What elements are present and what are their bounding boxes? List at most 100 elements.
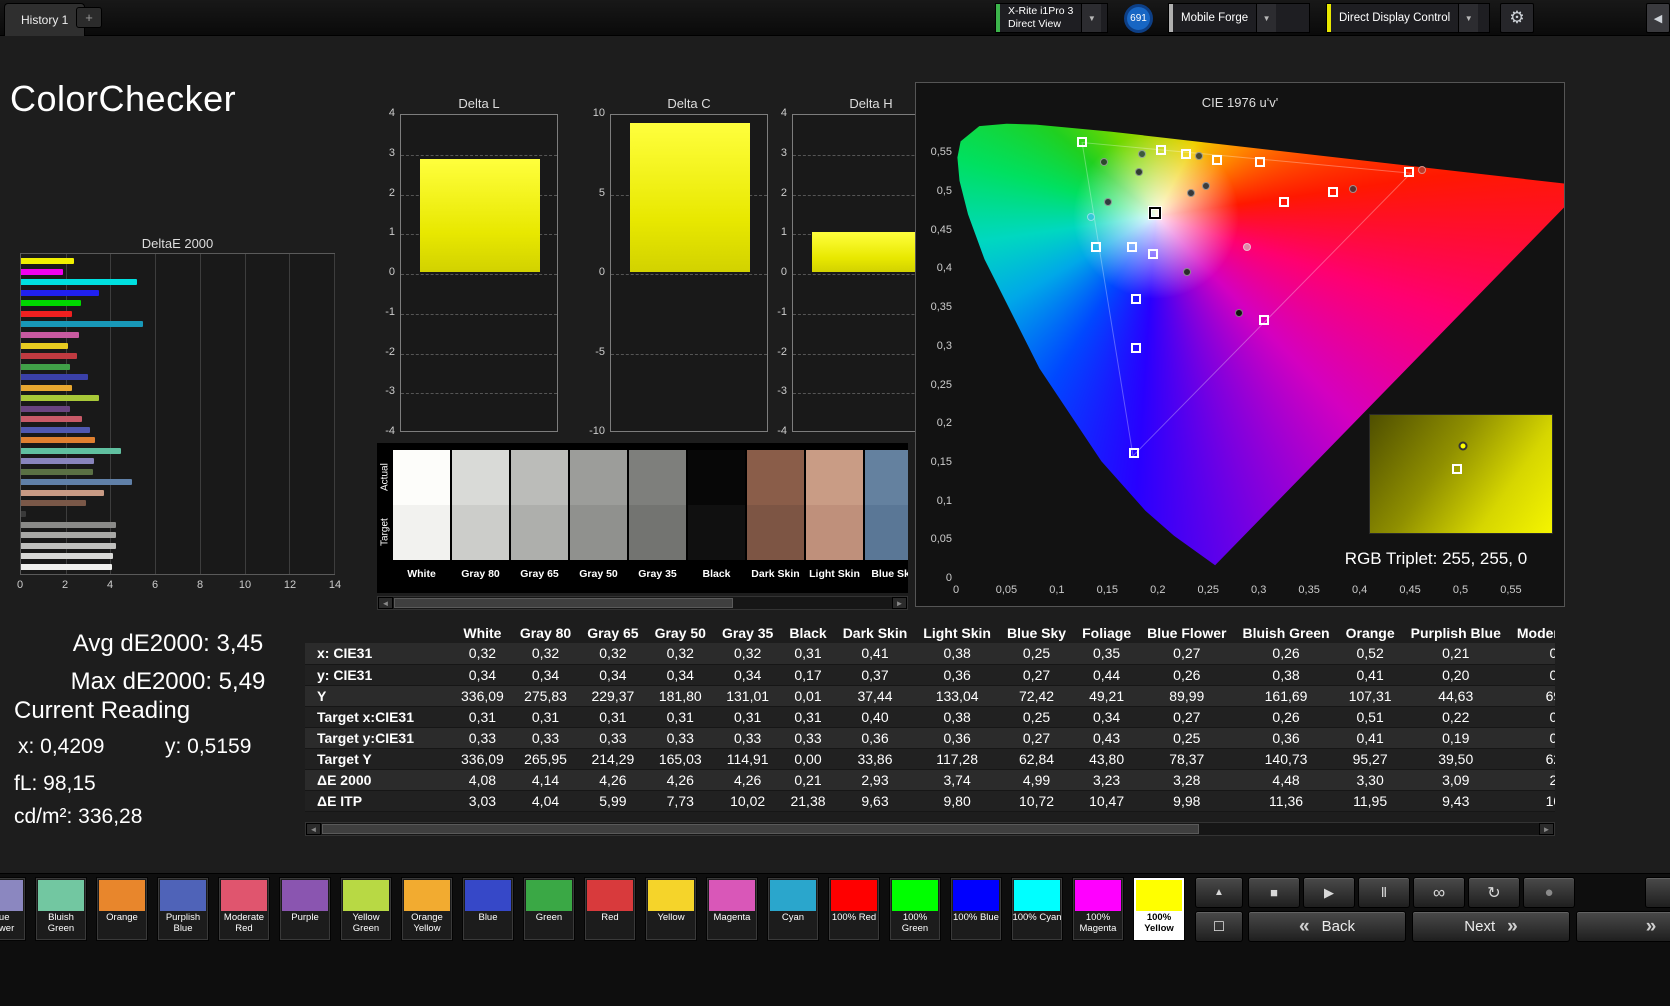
swatch-dark-skin: Dark Skin — [747, 450, 804, 580]
chevron-down-icon[interactable]: ▼ — [1256, 4, 1276, 32]
record-button[interactable]: ● — [1523, 877, 1575, 908]
chart-plot-delta-l — [400, 114, 558, 432]
ytick-label: -1 — [762, 306, 787, 318]
ytick-label: 0 — [580, 266, 605, 278]
delta-bar — [630, 123, 750, 272]
table-scrollbar-track[interactable] — [321, 823, 1539, 835]
meter-line2: Direct View — [1008, 18, 1073, 31]
scroll-right-icon[interactable]: ► — [892, 597, 907, 609]
swatch-label: Gray 65 — [511, 560, 568, 580]
cie-marker-square — [1181, 149, 1191, 159]
cie-ytick: 0,55 — [918, 146, 952, 158]
patch-magenta[interactable]: Magenta — [706, 877, 758, 941]
add-tab-button[interactable]: + — [76, 7, 102, 28]
pause-button[interactable]: Ⅱ — [1358, 877, 1410, 908]
deltae-bar-light-skin — [21, 490, 104, 496]
patch-color — [892, 880, 938, 911]
chevron-down-icon[interactable]: ▼ — [1081, 4, 1101, 32]
swatch-label: Blue Sky — [865, 560, 908, 580]
settings-gear-button[interactable]: ⚙ — [1500, 3, 1534, 33]
swatch-gray-80: Gray 80 — [452, 450, 509, 580]
patch-cyan[interactable]: Cyan — [767, 877, 819, 941]
table-col-blue-sky: Blue Sky — [999, 622, 1074, 643]
gear-icon: ⚙ — [1509, 8, 1524, 28]
deltae-xtick: 2 — [62, 579, 68, 591]
cie-ytick: 0,1 — [918, 495, 952, 507]
scroll-left-icon[interactable]: ◄ — [306, 823, 321, 835]
strip-scrollbar-track[interactable] — [393, 597, 892, 609]
patch-100-yellow[interactable]: 100% Yellow — [1133, 877, 1185, 941]
patch-100-green[interactable]: 100% Green — [889, 877, 941, 941]
patch-blue[interactable]: Blue — [462, 877, 514, 941]
stop-button[interactable]: ■ — [1248, 877, 1300, 908]
window-mode-button[interactable]: □ — [1195, 911, 1243, 942]
refresh-button[interactable]: ↻ — [1468, 877, 1520, 908]
cie-xtick: 0,55 — [1500, 584, 1521, 596]
scroll-left-icon[interactable]: ◄ — [378, 597, 393, 609]
patch-color — [221, 880, 267, 911]
clipped-nav-button[interactable]: » — [1576, 911, 1670, 942]
back-button[interactable]: « Back — [1248, 911, 1406, 942]
cie-marker-circle — [1104, 198, 1112, 206]
patch-green[interactable]: Green — [523, 877, 575, 941]
ytick-label: 2 — [762, 187, 787, 199]
display-control-dropdown[interactable]: Direct Display Control ▼ — [1326, 3, 1490, 33]
patch-moderate-red[interactable]: Moderate Red — [218, 877, 270, 941]
play-icon: ▶ — [1324, 885, 1334, 901]
loop-button[interactable]: ∞ — [1413, 877, 1465, 908]
deltae-bar-gray-50 — [21, 532, 116, 538]
cie-xtick: 0,25 — [1198, 584, 1219, 596]
cie-xtick: 0,4 — [1352, 584, 1367, 596]
patch-color — [1014, 880, 1060, 911]
table-scrollbar[interactable]: ◄ ► — [305, 822, 1555, 836]
patch-yellow-green[interactable]: Yellow Green — [340, 877, 392, 941]
meter-line1: X-Rite i1Pro 3 — [1008, 5, 1073, 18]
strip-row-label: Target — [377, 505, 393, 560]
patch-purplish-blue[interactable]: Purplish Blue — [157, 877, 209, 941]
cie-marker-circle — [1138, 150, 1146, 158]
patch-purple[interactable]: Purple — [279, 877, 331, 941]
patch-label: 100% Yellow — [1134, 911, 1184, 940]
meter-dropdown[interactable]: X-Rite i1Pro 3 Direct View ▼ — [995, 3, 1108, 33]
deltae-xaxis: 02468101214 — [20, 579, 335, 593]
table-col-gray-35: Gray 35 — [714, 622, 781, 643]
pattern-source-dropdown[interactable]: Mobile Forge ▼ — [1168, 3, 1310, 33]
cie-marker-circle — [1235, 309, 1243, 317]
swatch-actual — [393, 450, 450, 505]
cie-ytick: 0,25 — [918, 379, 952, 391]
cie-panel: CIE 1976 u'v' RGB Triplet: 255, 255, 0 0… — [915, 82, 1565, 607]
patch-100-magenta[interactable]: 100% Magenta — [1072, 877, 1124, 941]
strip-scrollbar-thumb[interactable] — [394, 598, 733, 608]
patch-100-blue[interactable]: 100% Blue — [950, 877, 1002, 941]
swatch-strip-scrollbar[interactable]: ◄ ► — [377, 596, 908, 610]
cie-xtick: 0,2 — [1150, 584, 1165, 596]
patch-blue-flower[interactable]: Blue Flower — [0, 877, 26, 941]
back-button-label: Back — [1322, 918, 1355, 935]
swatch-target — [511, 505, 568, 560]
clipped-toolbar-button[interactable] — [1645, 877, 1670, 908]
patch-bluish-green[interactable]: Bluish Green — [35, 877, 87, 941]
patch-100-red[interactable]: 100% Red — [828, 877, 880, 941]
table-col-purplish-blue: Purplish Blue — [1403, 622, 1509, 643]
deltae-bar-100-magenta — [21, 269, 63, 275]
swatch-black: Black — [688, 450, 745, 580]
patch-yellow[interactable]: Yellow — [645, 877, 697, 941]
table-scrollbar-thumb[interactable] — [322, 824, 1199, 834]
patch-red[interactable]: Red — [584, 877, 636, 941]
patch-100-cyan[interactable]: 100% Cyan — [1011, 877, 1063, 941]
table-col-blue-flower: Blue Flower — [1139, 622, 1234, 643]
patch-orange[interactable]: Orange — [96, 877, 148, 941]
patch-label: Magenta — [707, 911, 757, 940]
patch-orange-yellow[interactable]: Orange Yellow — [401, 877, 453, 941]
patch-label: 100% Magenta — [1073, 911, 1123, 940]
scroll-right-icon[interactable]: ► — [1539, 823, 1554, 835]
patch-label: Orange — [97, 911, 147, 940]
collapse-panel-button[interactable]: ◀ — [1646, 3, 1670, 33]
tab-history-1[interactable]: History 1 — [4, 3, 85, 36]
ytick-label: -3 — [370, 385, 395, 397]
next-button[interactable]: Next » — [1412, 911, 1570, 942]
chevron-down-icon[interactable]: ▼ — [1458, 4, 1478, 32]
patch-scroll-up-button[interactable]: ▲ — [1195, 877, 1243, 908]
cie-xtick: 0 — [953, 584, 959, 596]
play-button[interactable]: ▶ — [1303, 877, 1355, 908]
